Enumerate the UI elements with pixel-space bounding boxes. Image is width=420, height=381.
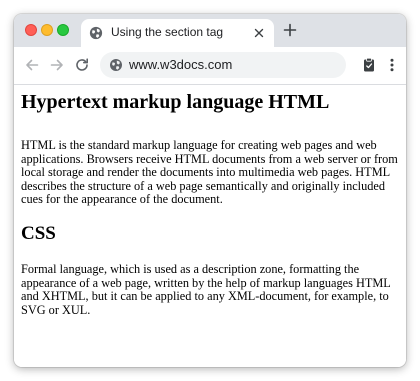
page-heading-css: CSS bbox=[21, 223, 56, 244]
close-icon[interactable] bbox=[253, 27, 265, 39]
page-content: Hypertext markup language HTML HTML is t… bbox=[14, 85, 406, 367]
tab-strip: Using the section tag bbox=[14, 14, 406, 47]
reload-icon[interactable] bbox=[74, 57, 90, 73]
globe-icon bbox=[89, 26, 103, 40]
paragraph-css: Formal language, which is used as a desc… bbox=[21, 262, 391, 317]
kebab-menu-icon[interactable] bbox=[384, 57, 400, 73]
paragraph-html: HTML is the standard markup language for… bbox=[21, 138, 398, 206]
page-heading-html: Hypertext markup language HTML bbox=[21, 91, 330, 113]
maximize-window-button[interactable] bbox=[57, 24, 69, 36]
clipboard-icon[interactable] bbox=[361, 57, 377, 73]
url-text: www.w3docs.com bbox=[129, 57, 233, 72]
browser-window: Using the section tag www.w3docs.com Hyp… bbox=[14, 14, 406, 367]
tab-active[interactable]: Using the section tag bbox=[81, 19, 274, 47]
minimize-window-button[interactable] bbox=[41, 24, 53, 36]
arrow-left-icon[interactable] bbox=[24, 57, 40, 73]
plus-icon[interactable] bbox=[282, 22, 298, 38]
tab-title: Using the section tag bbox=[111, 25, 224, 39]
address-bar[interactable]: www.w3docs.com bbox=[100, 52, 346, 78]
arrow-right-icon[interactable] bbox=[49, 57, 65, 73]
close-window-button[interactable] bbox=[25, 24, 37, 36]
browser-toolbar: www.w3docs.com bbox=[14, 47, 406, 85]
lock-icon[interactable] bbox=[109, 58, 123, 72]
